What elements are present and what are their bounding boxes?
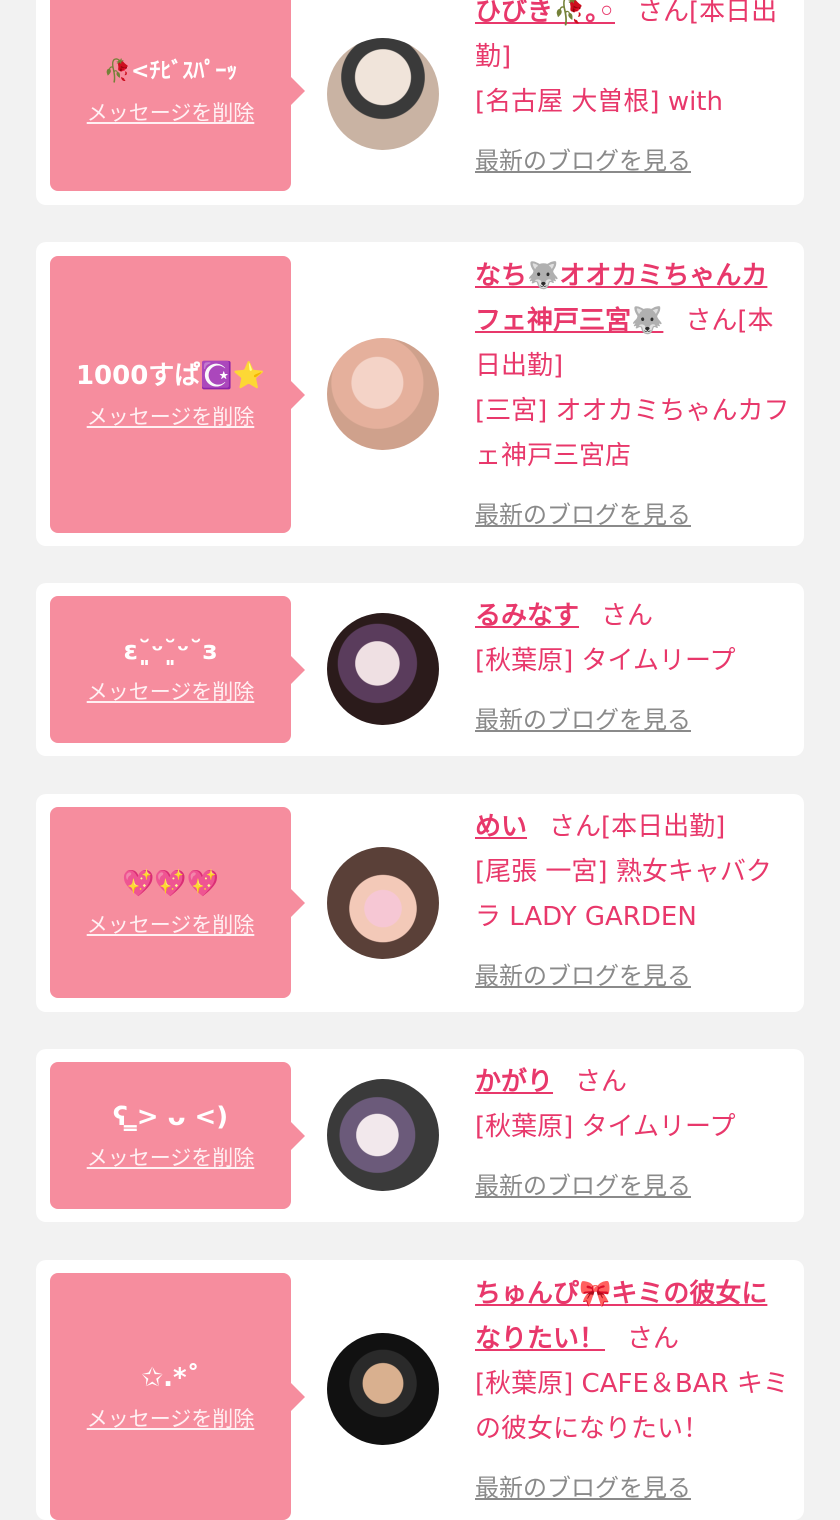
girl-name-link[interactable]: るみなす [475, 601, 579, 631]
girl-name-link[interactable]: めい [475, 812, 527, 842]
message-text: 🥀<ﾁﾋﾞｽﾊﾟｰｯ [103, 58, 238, 84]
avatar[interactable] [327, 338, 439, 450]
message-bubble: ✩.*˚ メッセージを削除 [50, 1273, 305, 1520]
delete-message-link[interactable]: メッセージを削除 [87, 1142, 255, 1172]
honorific: さん [627, 1324, 680, 1354]
shop-info: [秋葉原] タイムリープ [475, 646, 736, 676]
girl-card: ʕ ̳> ᴗ <) メッセージを削除 かがり さん [秋葉原] タイムリープ 最新… [36, 1049, 804, 1222]
message-bubble: 💖💖💖 メッセージを削除 [50, 807, 305, 998]
girl-info: ひびき🥀｡◦ さん[本日出勤] [名古屋 大曽根] with 最新のブログを見る [475, 0, 793, 184]
message-bubble: 1000すぱ☪️⭐ メッセージを削除 [50, 256, 305, 533]
girl-name-link[interactable]: ちゅんぴ🎀キミの彼女になりたい！ [475, 1279, 767, 1354]
shop-info: [名古屋 大曽根] with [475, 87, 723, 117]
message-bubble: ε˘͈ᵕ˘͈ᵕ˘з メッセージを削除 [50, 596, 305, 743]
girl-card: 💖💖💖 メッセージを削除 めい さん[本日出勤] [尾張 一宮] 熟女キャバクラ … [36, 794, 804, 1012]
girl-name-link[interactable]: ひびき🥀｡◦ [475, 0, 615, 27]
honorific: さん [637, 0, 690, 27]
honorific: さん [549, 812, 602, 842]
girl-name-link[interactable]: かがり [475, 1067, 553, 1097]
girl-card: ✩.*˚ メッセージを削除 ちゅんぴ🎀キミの彼女になりたい！ さん [秋葉原] C… [36, 1260, 804, 1520]
latest-blog-link[interactable]: 最新のブログを見る [475, 493, 793, 538]
delete-message-link[interactable]: メッセージを削除 [87, 401, 255, 431]
avatar[interactable] [327, 847, 439, 959]
delete-message-link[interactable]: メッセージを削除 [87, 97, 255, 127]
girl-info: るみなす さん [秋葉原] タイムリープ 最新のブログを見る [475, 594, 793, 743]
delete-message-link[interactable]: メッセージを削除 [87, 676, 255, 706]
shop-info: [尾張 一宮] 熟女キャバクラ LADY GARDEN [475, 857, 772, 932]
shop-info: [秋葉原] CAFE＆BAR キミの彼女になりたい！ [475, 1369, 789, 1444]
attendance-status: [本日出勤] [601, 812, 726, 842]
girl-card: ε˘͈ᵕ˘͈ᵕ˘з メッセージを削除 るみなす さん [秋葉原] タイムリープ 最… [36, 583, 804, 756]
girl-info: かがり さん [秋葉原] タイムリープ 最新のブログを見る [475, 1060, 793, 1209]
avatar[interactable] [327, 613, 439, 725]
message-text: ✩.*˚ [141, 1362, 200, 1393]
message-text: 💖💖💖 [121, 868, 220, 899]
message-text: ε˘͈ᵕ˘͈ᵕ˘з [123, 635, 218, 666]
message-bubble: 🥀<ﾁﾋﾞｽﾊﾟｰｯ メッセージを削除 [50, 0, 305, 191]
delete-message-link[interactable]: メッセージを削除 [87, 909, 255, 939]
avatar[interactable] [327, 1079, 439, 1191]
latest-blog-link[interactable]: 最新のブログを見る [475, 698, 793, 743]
avatar[interactable] [327, 38, 439, 150]
avatar[interactable] [327, 1333, 439, 1445]
girl-info: めい さん[本日出勤] [尾張 一宮] 熟女キャバクラ LADY GARDEN 最… [475, 805, 793, 999]
girl-info: なち🐺オオカミちゃんカフェ神戸三宮🐺 さん[本日出勤] [三宮] オオカミちゃんカ… [475, 254, 793, 538]
latest-blog-link[interactable]: 最新のブログを見る [475, 954, 793, 999]
honorific: さん [575, 1067, 628, 1097]
message-bubble: ʕ ̳> ᴗ <) メッセージを削除 [50, 1062, 305, 1209]
shop-info: [秋葉原] タイムリープ [475, 1112, 736, 1142]
latest-blog-link[interactable]: 最新のブログを見る [475, 1466, 793, 1511]
girl-info: ちゅんぴ🎀キミの彼女になりたい！ さん [秋葉原] CAFE＆BAR キミの彼女に… [475, 1272, 793, 1511]
girl-card: 1000すぱ☪️⭐ メッセージを削除 なち🐺オオカミちゃんカフェ神戸三宮🐺 さん[… [36, 242, 804, 546]
message-text: 1000すぱ☪️⭐ [75, 360, 266, 391]
message-text: ʕ ̳> ᴗ <) [112, 1101, 229, 1132]
honorific: さん [601, 601, 654, 631]
delete-message-link[interactable]: メッセージを削除 [87, 1403, 255, 1433]
latest-blog-link[interactable]: 最新のブログを見る [475, 1164, 793, 1209]
honorific: さん [685, 306, 738, 336]
girl-card: 🥀<ﾁﾋﾞｽﾊﾟｰｯ メッセージを削除 ひびき🥀｡◦ さん[本日出勤] [名古屋 … [36, 0, 804, 205]
latest-blog-link[interactable]: 最新のブログを見る [475, 139, 793, 184]
shop-info: [三宮] オオカミちゃんカフェ神戸三宮店 [475, 396, 790, 471]
